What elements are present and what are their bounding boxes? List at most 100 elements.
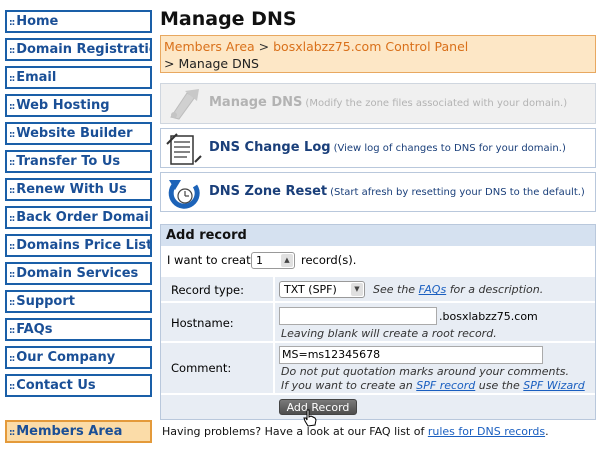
- sidebar-item-members-area[interactable]: :: Members Area: [5, 420, 152, 443]
- nav-prefix: ::: [9, 354, 15, 364]
- sidebar-item-home[interactable]: :: Home: [5, 10, 152, 33]
- sidebar-item-contact-us[interactable]: :: Contact Us: [5, 374, 152, 397]
- sidebar-nav: :: Home :: Domain Registration :: Email :: W…: [5, 10, 152, 448]
- spf-record-link[interactable]: SPF record: [416, 379, 475, 392]
- spf-wizard-link[interactable]: SPF Wizard: [523, 379, 584, 392]
- nav-prefix: ::: [9, 102, 15, 112]
- main-content: Manage DNS Members Area > bosxlabzz75.co…: [160, 0, 596, 438]
- nav-prefix: ::: [9, 298, 15, 308]
- reset-arrow-icon: [168, 180, 200, 209]
- sidebar-item-label: Domains Price List: [16, 238, 152, 253]
- sidebar-item-back-order[interactable]: :: Back Order Domains: [5, 206, 152, 229]
- hint-text: See the: [373, 283, 416, 296]
- hostname-row: Hostname: .bosxlabzz75.com Leaving blank…: [161, 301, 595, 341]
- hint-text: If you want to create an: [281, 379, 413, 392]
- add-record-panel: Add record I want to create 1 ▲ record(s…: [160, 224, 596, 427]
- sidebar-item-faqs[interactable]: :: FAQs: [5, 318, 152, 341]
- help-period: .: [545, 425, 549, 438]
- hint-text: use the: [478, 379, 520, 392]
- sidebar-item-support[interactable]: :: Support: [5, 290, 152, 313]
- record-count-row: I want to create 1 ▲ record(s).: [161, 246, 595, 275]
- nav-prefix: ::: [9, 130, 15, 140]
- breadcrumb-members-area[interactable]: Members Area: [164, 39, 255, 54]
- select-arrow-icon: ▼: [351, 283, 363, 296]
- nav-prefix: ::: [9, 428, 15, 438]
- document-icon: [170, 89, 199, 120]
- sidebar-item-price-list[interactable]: :: Domains Price List: [5, 234, 152, 257]
- dns-rules-link[interactable]: rules for DNS records: [428, 425, 545, 438]
- tool-name: DNS Zone Reset: [209, 184, 328, 199]
- comment-row: Comment: MS=ms12345678 Do not put quotat…: [161, 341, 595, 393]
- tool-description: (Modify the zone files associated with y…: [305, 98, 568, 109]
- sidebar-item-domain-registration[interactable]: :: Domain Registration: [5, 38, 152, 61]
- sidebar-item-web-hosting[interactable]: :: Web Hosting: [5, 94, 152, 117]
- sidebar-item-label: Email: [16, 70, 57, 85]
- breadcrumb-separator: >: [258, 39, 270, 54]
- breadcrumb-current: > Manage DNS: [164, 56, 259, 71]
- comment-hint-quotes: Do not put quotation marks around your c…: [281, 365, 569, 378]
- sidebar-item-domain-services[interactable]: :: Domain Services: [5, 262, 152, 285]
- tool-name: DNS Change Log: [209, 140, 331, 155]
- hostname-hint: Leaving blank will create a root record.: [281, 327, 497, 340]
- record-type-select[interactable]: TXT (SPF) ▼: [279, 281, 365, 298]
- hostname-label: Hostname:: [171, 316, 234, 330]
- help-text: Having problems? Have a look at our FAQ …: [162, 425, 425, 438]
- sidebar-item-renew[interactable]: :: Renew With Us: [5, 178, 152, 201]
- button-row: Add Record: [161, 393, 595, 427]
- sidebar-item-label: Web Hosting: [16, 98, 110, 113]
- comment-cell: MS=ms12345678 Do not put quotation marks…: [273, 343, 595, 393]
- sidebar-item-label: Website Builder: [16, 126, 133, 141]
- record-count-select[interactable]: 1 ▲: [251, 252, 295, 269]
- page-title: Manage DNS: [160, 8, 297, 30]
- comment-input[interactable]: MS=ms12345678: [279, 346, 543, 364]
- sidebar-item-label: Transfer To Us: [16, 154, 121, 169]
- add-record-button[interactable]: Add Record: [279, 399, 357, 415]
- select-arrow-icon: ▲: [281, 254, 293, 267]
- tool-dns-change-log[interactable]: DNS Change Log (View log of changes to DN…: [160, 128, 596, 168]
- comment-label: Comment:: [171, 361, 232, 375]
- hint-text: for a description.: [449, 283, 544, 296]
- sidebar-item-label: Our Company: [16, 350, 116, 365]
- hostname-suffix: .bosxlabzz75.com: [439, 310, 538, 323]
- hostname-input[interactable]: [279, 307, 437, 325]
- sidebar-item-email[interactable]: :: Email: [5, 66, 152, 89]
- create-suffix-text: record(s).: [301, 253, 357, 267]
- hostname-cell: .bosxlabzz75.com Leaving blank will crea…: [273, 303, 595, 341]
- tool-manage-dns[interactable]: Manage DNS (Modify the zone files associa…: [160, 83, 596, 124]
- sidebar-item-website-builder[interactable]: :: Website Builder: [5, 122, 152, 145]
- nav-prefix: ::: [9, 382, 15, 392]
- nav-prefix: ::: [9, 18, 15, 28]
- faqs-link[interactable]: FAQs: [419, 283, 447, 296]
- nav-prefix: ::: [9, 186, 15, 196]
- hand-cursor-icon: [303, 409, 317, 427]
- nav-prefix: ::: [9, 46, 15, 56]
- tool-description: (View log of changes to DNS for your dom…: [333, 143, 566, 154]
- help-footer: Having problems? Have a look at our FAQ …: [160, 425, 596, 438]
- change-log-icon: [166, 133, 202, 165]
- create-prefix-text: I want to create: [167, 253, 258, 267]
- add-record-header: Add record: [161, 225, 595, 246]
- tool-dns-zone-reset[interactable]: DNS Zone Reset (Start afresh by resetting…: [160, 172, 596, 212]
- comment-hint-spf: If you want to create an SPF record use …: [281, 379, 585, 392]
- sidebar-item-our-company[interactable]: :: Our Company: [5, 346, 152, 369]
- button-cell: Add Record: [161, 395, 595, 427]
- nav-prefix: ::: [9, 74, 15, 84]
- sidebar-item-label: Renew With Us: [16, 182, 127, 197]
- breadcrumb: Members Area > bosxlabzz75.com Control P…: [160, 35, 596, 73]
- sidebar-item-label: Support: [16, 294, 75, 309]
- nav-prefix: ::: [9, 326, 15, 336]
- sidebar-item-transfer[interactable]: :: Transfer To Us: [5, 150, 152, 173]
- nav-prefix: ::: [9, 270, 15, 280]
- record-type-cell: TXT (SPF) ▼ See the FAQs for a descripti…: [273, 277, 595, 301]
- record-type-row: Record type: TXT (SPF) ▼ See the FAQs fo…: [161, 275, 595, 301]
- sidebar-item-label: Members Area: [16, 424, 123, 439]
- nav-prefix: ::: [9, 214, 15, 224]
- breadcrumb-control-panel[interactable]: bosxlabzz75.com Control Panel: [273, 39, 468, 54]
- record-type-hint: See the FAQs for a description.: [373, 283, 543, 296]
- sidebar-item-label: Domain Registration: [16, 42, 152, 57]
- sidebar-item-label: Home: [16, 14, 59, 29]
- sidebar-item-label: FAQs: [16, 322, 53, 337]
- record-type-value: TXT (SPF): [284, 283, 337, 296]
- sidebar-item-label: Domain Services: [16, 266, 139, 281]
- tool-description: (Start afresh by resetting your DNS to t…: [330, 187, 585, 198]
